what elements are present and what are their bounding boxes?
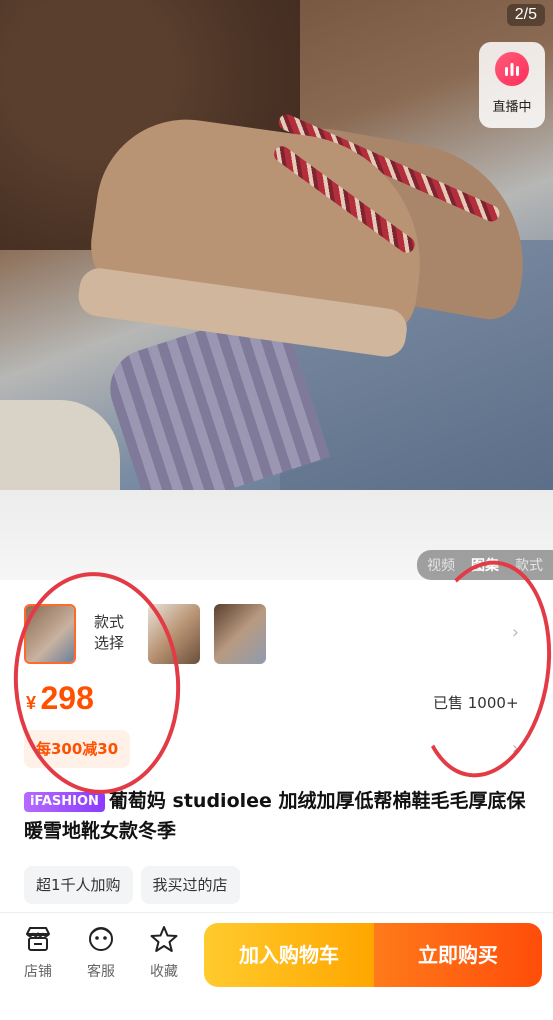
ifashion-tag: iFASHION: [24, 792, 105, 812]
product-chips: 超1千人加购 我买过的店: [24, 866, 240, 904]
customer-service-icon: [89, 927, 113, 951]
nav-service[interactable]: 客服: [81, 925, 121, 981]
live-stream-button[interactable]: 直播中: [479, 42, 545, 128]
live-icon: [495, 52, 529, 86]
nav-store[interactable]: 店铺: [18, 925, 58, 981]
product-title: iFASHION 葡萄妈 studiolee 加绒加厚低帮棉鞋毛毛厚底保暖雪地靴女…: [24, 786, 529, 846]
product-image[interactable]: [0, 0, 553, 490]
nav-service-label: 客服: [87, 964, 115, 980]
store-icon: [26, 927, 50, 951]
sku-thumb-3[interactable]: [214, 604, 266, 664]
annotation-circle: [403, 551, 553, 787]
background-floor: [0, 400, 120, 490]
nav-store-label: 店铺: [24, 964, 52, 980]
bottom-bar: 店铺 客服 收藏 加入购物车 立即购买: [0, 912, 553, 1020]
chip-cart-count[interactable]: 超1千人加购: [24, 866, 133, 904]
live-label: 直播中: [492, 100, 532, 115]
buy-now-button[interactable]: 立即购买: [374, 923, 542, 987]
chip-visited-store[interactable]: 我买过的店: [140, 866, 240, 904]
add-to-cart-button[interactable]: 加入购物车: [204, 923, 374, 987]
nav-favorite-label: 收藏: [150, 964, 178, 980]
tab-video[interactable]: 视频: [427, 555, 455, 575]
nav-favorite[interactable]: 收藏: [144, 925, 184, 981]
image-counter: 2/5: [506, 4, 545, 26]
star-icon: [150, 926, 178, 952]
